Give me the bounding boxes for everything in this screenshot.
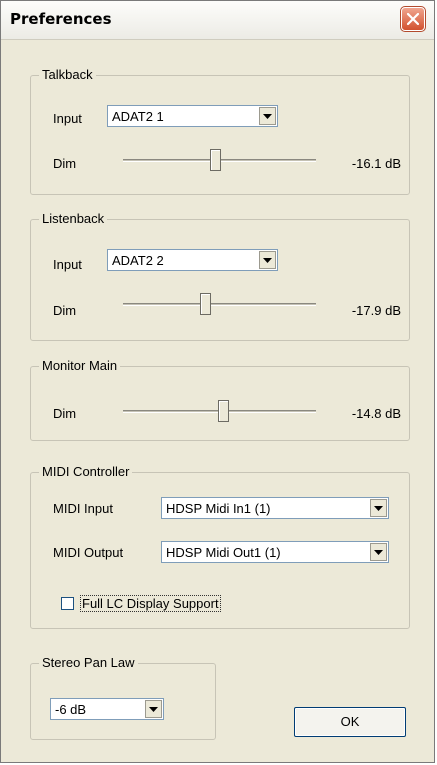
talkback-input-value: ADAT2 1 [112, 109, 164, 124]
stereo-pan-law-select[interactable]: -6 dB [50, 698, 164, 720]
listenback-group-label: Listenback [39, 211, 108, 226]
chevron-down-icon [149, 707, 158, 712]
midi-input-label: MIDI Input [53, 501, 113, 516]
talkback-input-select[interactable]: ADAT2 1 [107, 105, 278, 127]
listenback-dim-value: -17.9 dB [351, 303, 401, 318]
listenback-dim-slider[interactable] [200, 293, 211, 315]
title-bar[interactable]: Preferences [1, 1, 434, 40]
talkback-group-label: Talkback [39, 67, 96, 82]
close-button[interactable] [400, 6, 426, 32]
chevron-down-icon [374, 550, 383, 555]
full-lc-display-checkbox[interactable] [61, 597, 74, 610]
stereo-pan-law-value: -6 dB [55, 702, 87, 717]
midi-output-select[interactable]: HDSP Midi Out1 (1) [161, 541, 389, 563]
midi-input-dropdown-button[interactable] [370, 499, 387, 517]
stereo-pan-law-dropdown-button[interactable] [145, 700, 162, 718]
talkback-dim-label: Dim [53, 156, 77, 171]
listenback-dim-label: Dim [53, 303, 77, 318]
listenback-input-dropdown-button[interactable] [259, 251, 276, 269]
monitor-main-dim-label: Dim [53, 406, 77, 421]
listenback-dim-track [123, 303, 316, 306]
midi-output-dropdown-button[interactable] [370, 543, 387, 561]
stereo-pan-law-group-label: Stereo Pan Law [39, 655, 138, 670]
midi-output-value: HDSP Midi Out1 (1) [166, 545, 281, 560]
chevron-down-icon [374, 506, 383, 511]
midi-output-label: MIDI Output [53, 545, 124, 560]
ok-button[interactable]: OK [294, 707, 406, 737]
midi-input-value: HDSP Midi In1 (1) [166, 501, 271, 516]
listenback-input-label: Input [53, 257, 82, 272]
listenback-input-select[interactable]: ADAT2 2 [107, 249, 278, 271]
listenback-input-value: ADAT2 2 [112, 253, 164, 268]
talkback-group: Talkback [30, 67, 410, 195]
chevron-down-icon [263, 114, 272, 119]
talkback-input-dropdown-button[interactable] [259, 107, 276, 125]
midi-input-select[interactable]: HDSP Midi In1 (1) [161, 497, 389, 519]
close-icon [407, 13, 419, 25]
monitor-main-dim-slider[interactable] [218, 400, 229, 422]
listenback-group: Listenback [30, 211, 410, 341]
talkback-input-label: Input [53, 111, 82, 126]
full-lc-display-label[interactable]: Full LC Display Support [80, 595, 221, 612]
midi-controller-group-label: MIDI Controller [39, 464, 133, 479]
talkback-dim-value: -16.1 dB [351, 156, 401, 171]
chevron-down-icon [263, 258, 272, 263]
monitor-main-group-label: Monitor Main [39, 358, 121, 373]
preferences-window: Preferences Talkback Input ADAT2 1 Dim -… [0, 0, 435, 763]
window-title: Preferences [10, 10, 112, 28]
monitor-main-dim-value: -14.8 dB [351, 406, 401, 421]
talkback-dim-slider[interactable] [210, 149, 221, 171]
